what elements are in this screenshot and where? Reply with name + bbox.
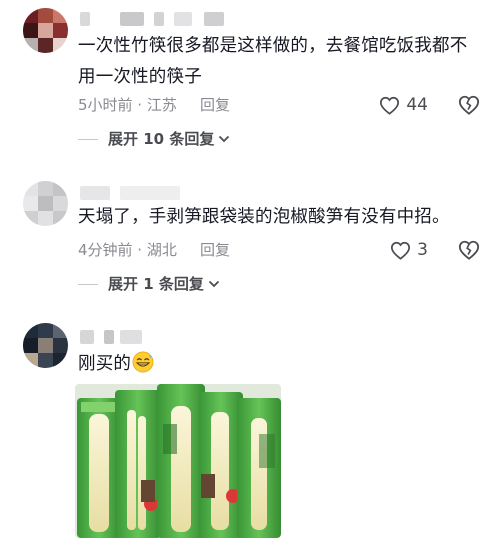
comment-text-line: 刚买的 — [78, 354, 132, 374]
avatar[interactable] — [23, 323, 68, 368]
expand-replies-label: 展开 1 条回复 — [108, 275, 204, 293]
comment-text-line: 用一次性的筷子 — [78, 67, 202, 87]
like-button[interactable]: 3 — [390, 239, 428, 261]
avatar[interactable] — [23, 181, 68, 226]
time-location: 5小时前 · 江苏 — [78, 96, 177, 114]
broken-heart-icon — [458, 95, 480, 115]
like-button[interactable]: 44 — [379, 94, 428, 116]
expand-replies-button[interactable]: 展开 1 条回复 — [78, 273, 220, 295]
avatar-pixelated-image — [23, 181, 68, 226]
comment-text-line: 天塌了，手剥笋跟袋装的泡椒酸笋有没有中招。 — [78, 207, 450, 227]
comment-3: 刚买的 — [0, 320, 500, 542]
comment-2: 天塌了，手剥笋跟袋装的泡椒酸笋有没有中招。 4分钟前 · 湖北 回复 3 展开 … — [0, 180, 500, 300]
avatar-pixelated-image — [23, 8, 68, 53]
username-redacted[interactable] — [80, 330, 160, 344]
like-count: 44 — [406, 95, 428, 115]
comment-1: 一次性竹筷很多都是这样做的，去餐馆吃饭我都不 用一次性的筷子 5小时前 · 江苏… — [0, 0, 500, 160]
grin-sweat-emoji-icon — [132, 351, 154, 373]
dislike-button[interactable] — [458, 239, 480, 261]
avatar[interactable] — [23, 8, 68, 53]
comment-meta: 4分钟前 · 湖北 回复 — [78, 239, 230, 261]
broken-heart-icon — [458, 240, 480, 260]
expand-replies-label: 展开 10 条回复 — [108, 130, 215, 148]
like-count: 3 — [417, 240, 428, 260]
comment-meta: 5小时前 · 江苏 回复 — [78, 94, 230, 116]
comment-text: 刚买的 — [78, 349, 154, 380]
comment-text: 天塌了，手剥笋跟袋装的泡椒酸笋有没有中招。 — [78, 202, 450, 233]
dislike-button[interactable] — [458, 94, 480, 116]
username-redacted[interactable] — [80, 186, 200, 200]
reply-button[interactable]: 回复 — [200, 239, 230, 261]
comment-text-line: 一次性竹筷很多都是这样做的，去餐馆吃饭我都不 — [78, 36, 468, 56]
divider-dash — [78, 283, 98, 285]
comment-photo[interactable] — [75, 384, 281, 538]
chevron-down-icon — [219, 135, 230, 143]
heart-icon — [380, 96, 400, 115]
expand-replies-button[interactable]: 展开 10 条回复 — [78, 128, 230, 150]
time-location: 4分钟前 · 湖北 — [78, 241, 177, 259]
avatar-pixelated-image — [23, 323, 68, 368]
chevron-down-icon — [208, 280, 220, 288]
divider-dash — [78, 138, 98, 140]
comment-text: 一次性竹筷很多都是这样做的，去餐馆吃饭我都不 用一次性的筷子 — [78, 31, 467, 93]
heart-icon — [391, 241, 411, 260]
reply-button[interactable]: 回复 — [200, 94, 230, 116]
username-redacted[interactable] — [80, 12, 230, 26]
bamboo-shoot-packages-image — [75, 384, 281, 538]
